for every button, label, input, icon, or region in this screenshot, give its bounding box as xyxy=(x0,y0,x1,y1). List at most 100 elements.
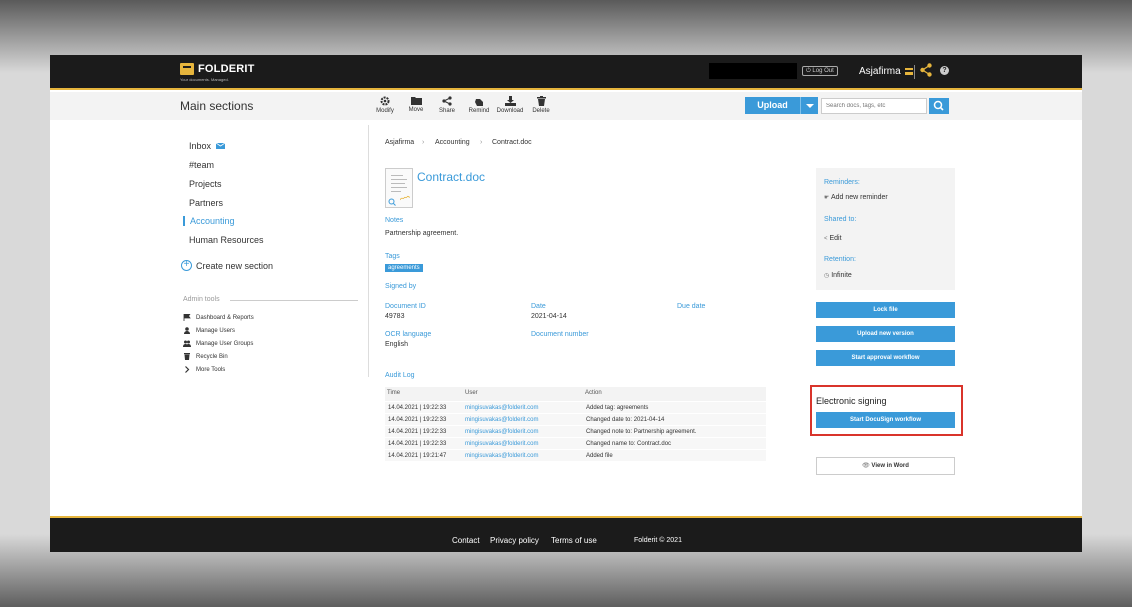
edit-share-link[interactable]: < Edit xyxy=(824,235,842,242)
modify-label: Modify xyxy=(376,108,394,114)
share-icon: < xyxy=(824,236,828,242)
admin-item-label: More Tools xyxy=(196,366,226,373)
signature-icon xyxy=(400,195,410,201)
logo[interactable]: FOLDERIT xyxy=(180,63,255,75)
download-button[interactable]: Download xyxy=(495,96,525,114)
folder-icon xyxy=(410,97,422,105)
sidebar-item-accounting[interactable]: Accounting xyxy=(183,216,235,226)
divider xyxy=(230,300,358,301)
start-approval-workflow-button[interactable]: Start approval workflow xyxy=(816,350,955,366)
user-link[interactable]: mingisuvakas@folderit.com xyxy=(465,441,538,447)
search-input[interactable] xyxy=(821,98,927,114)
gear-icon xyxy=(380,96,390,106)
tag-badge[interactable]: agreements xyxy=(385,264,423,272)
retention-value[interactable]: ◷ Infinite xyxy=(824,272,852,279)
redacted-box xyxy=(709,63,797,79)
remind-button[interactable]: Remind xyxy=(464,96,494,114)
user-link[interactable]: mingisuvakas@folderit.com xyxy=(465,429,538,435)
brand-tagline: Your documents. Managed. xyxy=(180,77,229,82)
admin-item-groups[interactable]: Manage User Groups xyxy=(183,340,253,347)
document-id-value: 49783 xyxy=(385,313,405,320)
hamburger-icon xyxy=(904,68,913,75)
view-in-word-button[interactable]: 👁 View in Word xyxy=(816,457,955,475)
logout-button[interactable]: ⏻ Log Out xyxy=(802,66,838,76)
table-row: 14.04.2021 | 19:22:33 mingisuvakas@folde… xyxy=(385,425,766,437)
app-window: FOLDERIT Your documents. Managed. ⏻ Log … xyxy=(50,55,1082,552)
admin-item-label: Manage User Groups xyxy=(196,340,254,347)
notes-value: Partnership agreement. xyxy=(385,230,459,237)
user-link[interactable]: mingisuvakas@folderit.com xyxy=(465,417,538,423)
admin-item-users[interactable]: Manage Users xyxy=(183,327,235,334)
upload-new-version-button[interactable]: Upload new version xyxy=(816,326,955,342)
modify-button[interactable]: Modify xyxy=(370,96,400,114)
time-cell: 14.04.2021 | 19:22:33 xyxy=(388,405,447,411)
toolbar: Main sections Modify Move Share Remind D… xyxy=(50,92,1082,120)
sidebar-item-label: #team xyxy=(189,160,215,170)
top-bar: FOLDERIT Your documents. Managed. ⏻ Log … xyxy=(50,55,1082,90)
admin-item-recycle-bin[interactable]: Recycle Bin xyxy=(183,353,228,360)
action-cell: Added file xyxy=(586,453,613,459)
breadcrumb-item[interactable]: Asjafirma xyxy=(385,139,414,146)
action-cell: Changed date to: 2021-04-14 xyxy=(586,417,665,423)
terms-of-use-link[interactable]: Terms of use xyxy=(551,536,597,545)
hand-icon: ☛ xyxy=(824,195,830,201)
column-header: Time xyxy=(387,390,401,396)
search-button[interactable] xyxy=(929,98,949,114)
divider xyxy=(914,65,915,79)
audit-log-title[interactable]: Audit Log xyxy=(385,372,415,379)
retention-text: Infinite xyxy=(831,272,852,279)
start-docusign-workflow-button[interactable]: Start DocuSign workflow xyxy=(816,412,955,428)
reminders-label: Reminders: xyxy=(824,179,860,186)
table-row: 14.04.2021 | 19:21:47 mingisuvakas@folde… xyxy=(385,449,766,461)
company-name: Asjafirma xyxy=(859,66,901,77)
ocr-language-label: OCR language xyxy=(385,331,432,338)
user-link[interactable]: mingisuvakas@folderit.com xyxy=(465,453,538,459)
chevron-right-icon: › xyxy=(480,139,483,146)
breadcrumb-item[interactable]: Accounting xyxy=(435,139,470,146)
sidebar-item-label: Partners xyxy=(189,198,224,208)
hand-icon xyxy=(475,99,483,106)
highlight-box xyxy=(810,385,963,436)
chevron-right-icon xyxy=(185,366,190,373)
upload-button[interactable]: Upload xyxy=(745,97,800,114)
add-reminder-link[interactable]: ☛ Add new reminder xyxy=(824,194,888,201)
move-button[interactable]: Move xyxy=(401,96,431,113)
create-section-button[interactable]: + Create new section xyxy=(181,260,273,271)
mail-icon xyxy=(215,142,225,149)
shared-to-label: Shared to: xyxy=(824,216,857,223)
contact-link[interactable]: Contact xyxy=(452,536,480,545)
sidebar-item-partners[interactable]: Partners xyxy=(189,198,223,208)
help-icon[interactable]: ? xyxy=(940,66,949,75)
column-header: Action xyxy=(585,390,602,396)
time-cell: 14.04.2021 | 19:22:33 xyxy=(388,441,447,447)
sidebar-item-team[interactable]: #team xyxy=(189,160,214,170)
admin-item-dashboard[interactable]: Dashboard & Reports xyxy=(183,314,254,321)
edit-label: Edit xyxy=(829,235,842,242)
document-thumbnail[interactable] xyxy=(385,168,413,208)
date-value: 2021-04-14 xyxy=(531,313,567,320)
share-icon[interactable] xyxy=(920,63,932,82)
upload-dropdown[interactable] xyxy=(800,97,818,114)
lock-file-button[interactable]: Lock file xyxy=(816,302,955,318)
document-number-label: Document number xyxy=(531,331,589,338)
table-header: Time User Action xyxy=(385,387,766,401)
sidebar-item-inbox[interactable]: Inbox xyxy=(189,141,225,151)
share-button[interactable]: Share xyxy=(432,96,462,114)
document-title[interactable]: Contract.doc xyxy=(417,170,485,184)
admin-item-label: Manage Users xyxy=(196,327,236,334)
ocr-language-value: English xyxy=(385,341,408,348)
trash-icon xyxy=(184,353,190,360)
admin-item-more-tools[interactable]: More Tools xyxy=(183,366,225,373)
sidebar-item-human-resources[interactable]: Human Resources xyxy=(189,235,264,245)
download-label: Download xyxy=(496,108,524,114)
table-row: 14.04.2021 | 19:22:33 mingisuvakas@folde… xyxy=(385,401,766,413)
time-cell: 14.04.2021 | 19:22:33 xyxy=(388,429,447,435)
company-menu[interactable]: Asjafirma xyxy=(859,66,913,77)
remind-label: Remind xyxy=(468,108,490,114)
sidebar-item-projects[interactable]: Projects xyxy=(189,179,222,189)
delete-button[interactable]: Delete xyxy=(526,96,556,114)
privacy-policy-link[interactable]: Privacy policy xyxy=(490,536,539,545)
plus-circle-icon: + xyxy=(181,260,192,271)
user-link[interactable]: mingisuvakas@folderit.com xyxy=(465,405,538,411)
page-title: Main sections xyxy=(180,99,254,113)
